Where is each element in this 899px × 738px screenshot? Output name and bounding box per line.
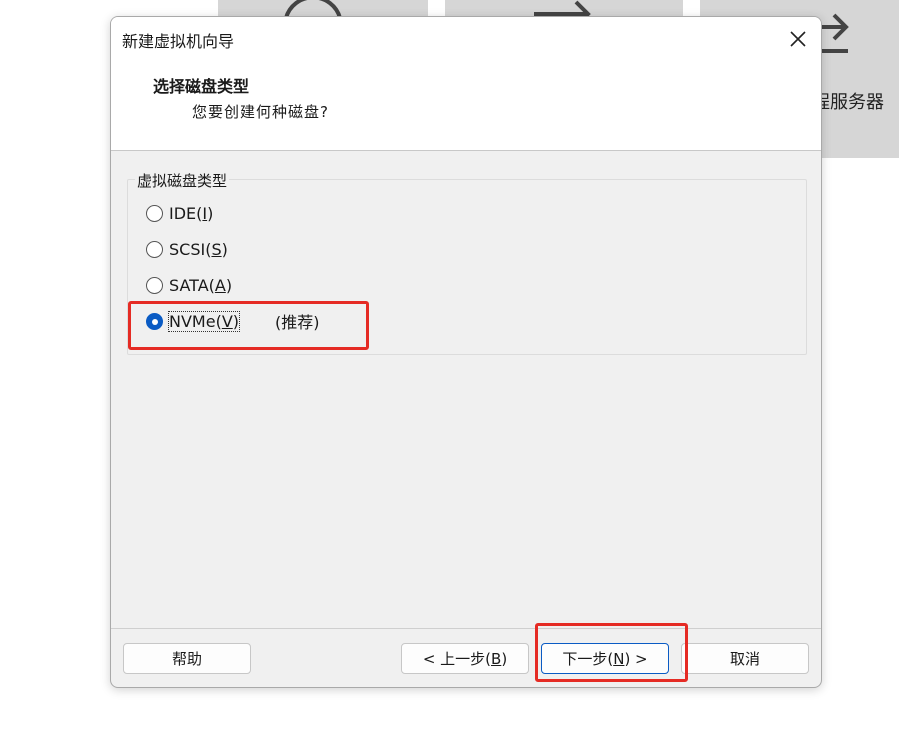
cancel-button[interactable]: 取消 — [681, 643, 809, 674]
radio-scsi[interactable]: SCSI(S) — [146, 237, 228, 261]
header-title: 选择磁盘类型 — [153, 77, 250, 96]
radio-sata[interactable]: SATA(A) — [146, 273, 232, 297]
header-subtitle: 您要创建何种磁盘? — [192, 103, 329, 121]
wizard-header: 选择磁盘类型 您要创建何种磁盘? — [111, 63, 821, 151]
highlight-nvme — [128, 301, 369, 350]
dialog-title: 新建虚拟机向导 — [122, 32, 235, 51]
new-vm-wizard-dialog: 新建虚拟机向导 选择磁盘类型 您要创建何种磁盘? 虚拟磁盘类型 IDE(I) S… — [110, 16, 822, 688]
radio-icon[interactable] — [146, 240, 163, 258]
option-label: SATA(A) — [169, 275, 233, 295]
help-button[interactable]: 帮助 — [123, 643, 251, 674]
title-bar: 新建虚拟机向导 — [111, 17, 821, 63]
close-icon — [790, 31, 806, 47]
option-label: IDE(I) — [169, 203, 214, 223]
group-label: 虚拟磁盘类型 — [135, 170, 230, 191]
radio-ide[interactable]: IDE(I) — [146, 201, 213, 225]
close-button[interactable] — [775, 17, 821, 61]
footer-divider — [111, 628, 821, 629]
back-button[interactable]: < 上一步(B) — [401, 643, 529, 674]
bg-partial-label: 程服务器 — [812, 92, 884, 113]
radio-icon[interactable] — [146, 204, 163, 222]
highlight-next — [535, 623, 688, 682]
radio-icon[interactable] — [146, 276, 163, 294]
option-label: SCSI(S) — [169, 239, 228, 259]
